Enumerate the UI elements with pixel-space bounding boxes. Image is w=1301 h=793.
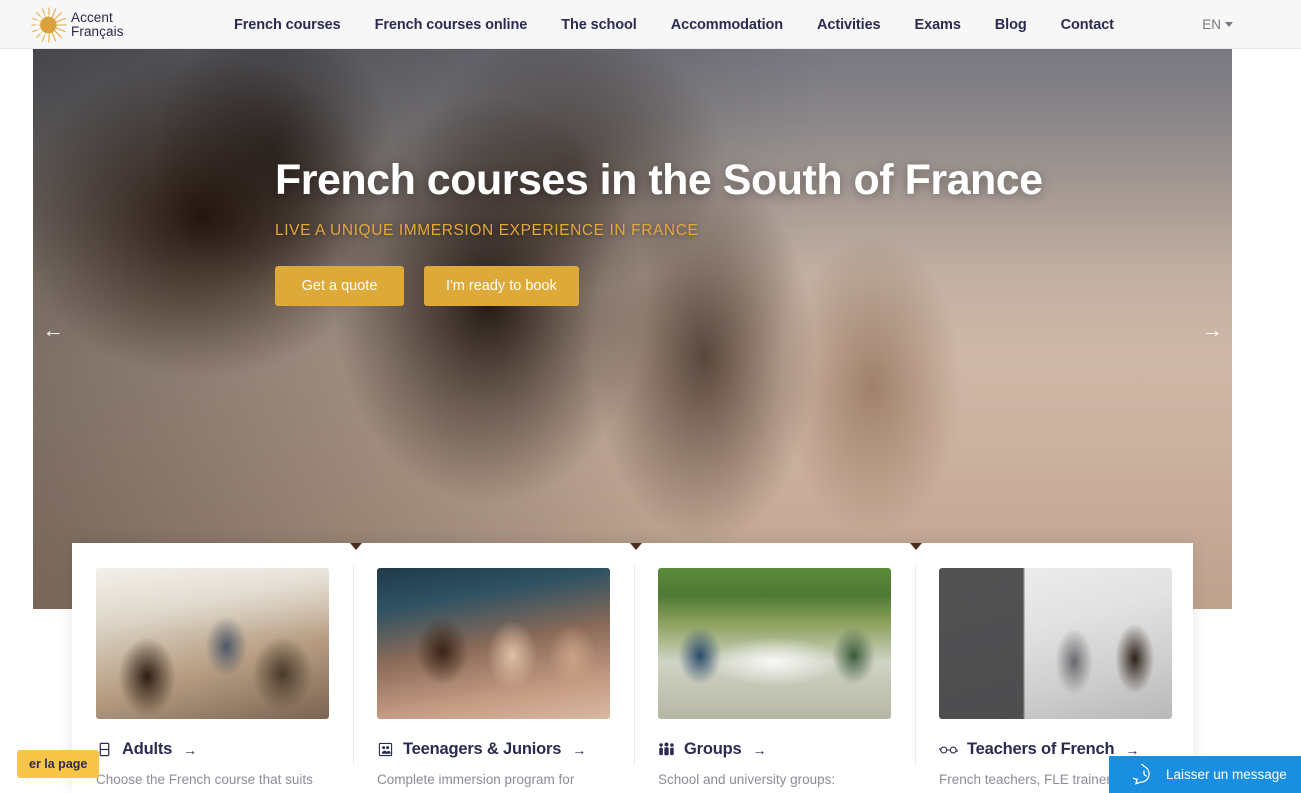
card-title-teachers-of-french: Teachers of French: [967, 740, 1115, 758]
arrow-left-icon[interactable]: ←: [39, 317, 67, 345]
nav-item-activities[interactable]: Activities: [800, 17, 897, 33]
nav-item-french-courses[interactable]: French courses: [234, 17, 358, 33]
nav-item-blog[interactable]: Blog: [978, 17, 1044, 33]
share-page-button[interactable]: er la page: [17, 750, 100, 778]
nav-item-french-courses-online[interactable]: French courses online: [358, 17, 545, 33]
chat-widget[interactable]: Laisser un message: [1109, 756, 1301, 793]
nav-item-the-school[interactable]: The school: [544, 17, 654, 33]
logo[interactable]: Accent Français: [30, 5, 124, 45]
card-header: Groups →: [658, 740, 891, 759]
main-navigation: French courses French courses online The…: [234, 0, 1131, 49]
hero-subtitle: LIVE A UNIQUE IMMERSION EXPERIENCE IN FR…: [275, 222, 699, 239]
nav-item-contact[interactable]: Contact: [1044, 17, 1131, 33]
logo-text: Accent Français: [71, 11, 124, 39]
card-title-teenagers-juniors: Teenagers & Juniors: [403, 740, 562, 758]
card-description-teenagers-juniors: Complete immersion program for: [377, 772, 575, 787]
card-teenagers-juniors[interactable]: Teenagers & Juniors → Complete immersion…: [353, 543, 634, 793]
hero-content: French courses in the South of France LI…: [275, 154, 1043, 306]
teenagers-icon: [377, 741, 394, 758]
hero-buttons: Get a quote I'm ready to book: [275, 266, 1043, 306]
card-title-adults: Adults: [122, 740, 173, 758]
logo-line-1: Accent: [71, 10, 113, 25]
card-arrow-icon: →: [572, 741, 587, 758]
group-people-icon: [658, 741, 675, 758]
chat-clock-icon: [1128, 761, 1155, 786]
hero-title: French courses in the South of France: [275, 156, 1043, 204]
chevron-down-icon: [1225, 22, 1233, 27]
card-title-groups: Groups: [684, 740, 742, 758]
logo-line-2: Français: [71, 24, 124, 39]
hero-carousel: French courses in the South of France LI…: [33, 49, 1232, 609]
language-selector[interactable]: EN: [1202, 17, 1233, 32]
card-arrow-icon: →: [183, 741, 198, 758]
card-image-teachers-of-french: [939, 568, 1172, 719]
nav-item-exams[interactable]: Exams: [898, 17, 978, 33]
card-header: Adults →: [96, 740, 329, 759]
chat-widget-label: Laisser un message: [1166, 767, 1287, 782]
sun-logo-icon: [30, 6, 68, 44]
hero-overlay: [33, 49, 1232, 609]
language-label: EN: [1202, 17, 1221, 32]
card-image-groups: [658, 568, 891, 719]
card-description-adults: Choose the French course that suits: [96, 772, 313, 787]
category-card-panel: Adults → Choose the French course that s…: [17, 543, 1193, 793]
card-image-adults: [96, 568, 329, 719]
site-header: Accent Français French courses French co…: [0, 0, 1301, 49]
glasses-icon: [939, 741, 958, 758]
arrow-right-icon[interactable]: →: [1198, 317, 1226, 345]
card-image-teenagers-juniors: [377, 568, 610, 719]
card-groups[interactable]: Groups → School and university groups:: [634, 543, 915, 793]
ready-to-book-button[interactable]: I'm ready to book: [424, 266, 579, 306]
card-description-groups: School and university groups:: [658, 772, 836, 787]
nav-item-accommodation[interactable]: Accommodation: [654, 17, 800, 33]
card-arrow-icon: →: [752, 741, 767, 758]
get-a-quote-button[interactable]: Get a quote: [275, 266, 404, 306]
card-adults[interactable]: Adults → Choose the French course that s…: [72, 543, 353, 793]
card-header: Teenagers & Juniors →: [377, 740, 610, 759]
